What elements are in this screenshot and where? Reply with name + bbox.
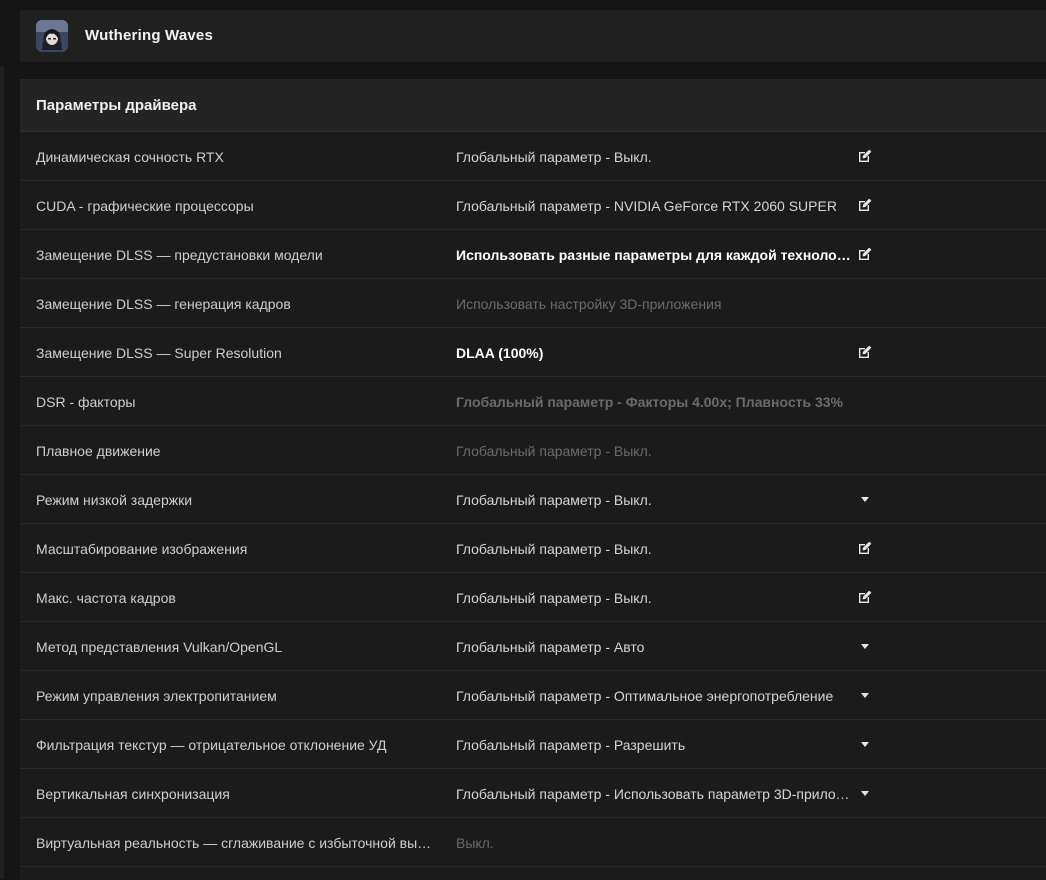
game-avatar-icon xyxy=(36,20,68,52)
panel-header: Параметры драйвера xyxy=(20,79,1046,132)
setting-label: Режим управления электропитанием xyxy=(36,688,277,704)
edit-icon[interactable] xyxy=(854,244,876,264)
setting-row[interactable]: Режим управления электропитанием Глобальн… xyxy=(20,671,1046,720)
edit-icon[interactable] xyxy=(854,538,876,558)
settings-list: Динамическая сочность RTX Глобальный пара… xyxy=(20,132,1046,867)
setting-label: Виртуальная реальность — сглаживание с и… xyxy=(36,835,436,851)
setting-label: DSR - факторы xyxy=(36,394,136,410)
edit-icon[interactable] xyxy=(854,587,876,607)
driver-settings-panel: Параметры драйвера Динамическая сочность… xyxy=(20,79,1046,880)
setting-row[interactable]: Замещение DLSS — Super Resolution DLAA (1… xyxy=(20,328,1046,377)
setting-row[interactable]: Макс. частота кадров Глобальный параметр … xyxy=(20,573,1046,622)
setting-row[interactable]: Фильтрация текстур — отрицательное откло… xyxy=(20,720,1046,769)
setting-label: Фильтрация текстур — отрицательное откло… xyxy=(36,737,387,753)
game-title: Wuthering Waves xyxy=(85,27,214,44)
panel-title: Параметры драйвера xyxy=(36,97,197,114)
setting-row[interactable]: Масштабирование изображения Глобальный па… xyxy=(20,524,1046,573)
setting-value[interactable]: DLAA (100%) xyxy=(456,345,856,361)
left-strip xyxy=(0,0,20,880)
setting-label: Масштабирование изображения xyxy=(36,541,248,557)
setting-value[interactable]: Глобальный параметр - Разрешить xyxy=(456,737,856,753)
setting-label: Замещение DLSS — Super Resolution xyxy=(36,345,282,361)
setting-label: Динамическая сочность RTX xyxy=(36,149,224,165)
setting-row[interactable]: Замещение DLSS — предустановки модели Исп… xyxy=(20,230,1046,279)
edit-icon[interactable] xyxy=(854,146,876,166)
setting-value[interactable]: Глобальный параметр - Выкл. xyxy=(456,149,856,165)
setting-row: Плавное движение Глобальный параметр - Вы… xyxy=(20,426,1046,475)
edit-icon[interactable] xyxy=(854,195,876,215)
setting-row[interactable]: Вертикальная синхронизация Глобальный пар… xyxy=(20,769,1046,818)
setting-label: Макс. частота кадров xyxy=(36,590,176,606)
setting-value[interactable]: Глобальный параметр - Авто xyxy=(456,639,856,655)
setting-value[interactable]: Глобальный параметр - NVIDIA GeForce RTX… xyxy=(456,198,856,214)
setting-value[interactable]: Глобальный параметр - Выкл. xyxy=(456,541,856,557)
setting-row[interactable]: Динамическая сочность RTX Глобальный пара… xyxy=(20,132,1046,181)
chevron-down-icon[interactable] xyxy=(854,489,876,509)
setting-value: Глобальный параметр - Факторы 4.00x; Пла… xyxy=(456,394,844,410)
edit-icon[interactable] xyxy=(854,342,876,362)
setting-value[interactable]: Глобальный параметр - Использовать парам… xyxy=(456,786,856,802)
game-header[interactable]: Wuthering Waves xyxy=(20,10,1046,62)
setting-value: Глобальный параметр - Выкл. xyxy=(456,443,652,459)
setting-value[interactable]: Использовать разные параметры для каждой… xyxy=(456,247,856,263)
setting-value[interactable]: Глобальный параметр - Оптимальное энерго… xyxy=(456,688,856,704)
setting-label: Замещение DLSS — предустановки модели xyxy=(36,247,323,263)
setting-label: Режим низкой задержки xyxy=(36,492,193,508)
setting-label: Метод представления Vulkan/OpenGL xyxy=(36,639,283,655)
chevron-down-icon[interactable] xyxy=(854,685,876,705)
chevron-down-icon[interactable] xyxy=(854,636,876,656)
setting-label: Замещение DLSS — генерация кадров xyxy=(36,296,291,312)
setting-row: DSR - факторы Глобальный параметр - Факто… xyxy=(20,377,1046,426)
setting-value: Выкл. xyxy=(456,835,494,851)
setting-value[interactable]: Глобальный параметр - Выкл. xyxy=(456,492,856,508)
chevron-down-icon[interactable] xyxy=(854,734,876,754)
setting-row[interactable]: Метод представления Vulkan/OpenGL Глобаль… xyxy=(20,622,1046,671)
setting-value: Использовать настройку 3D-приложения xyxy=(456,296,722,312)
scroll-track xyxy=(0,66,4,879)
setting-label: CUDA - графические процессоры xyxy=(36,198,254,214)
setting-row[interactable]: CUDA - графические процессоры Глобальный … xyxy=(20,181,1046,230)
setting-row: Замещение DLSS — генерация кадров Использ… xyxy=(20,279,1046,328)
setting-row: Виртуальная реальность — сглаживание с и… xyxy=(20,818,1046,867)
setting-value[interactable]: Глобальный параметр - Выкл. xyxy=(456,590,856,606)
setting-label: Вертикальная синхронизация xyxy=(36,786,230,802)
setting-row[interactable]: Режим низкой задержки Глобальный параметр… xyxy=(20,475,1046,524)
setting-label: Плавное движение xyxy=(36,443,161,459)
chevron-down-icon[interactable] xyxy=(854,783,876,803)
